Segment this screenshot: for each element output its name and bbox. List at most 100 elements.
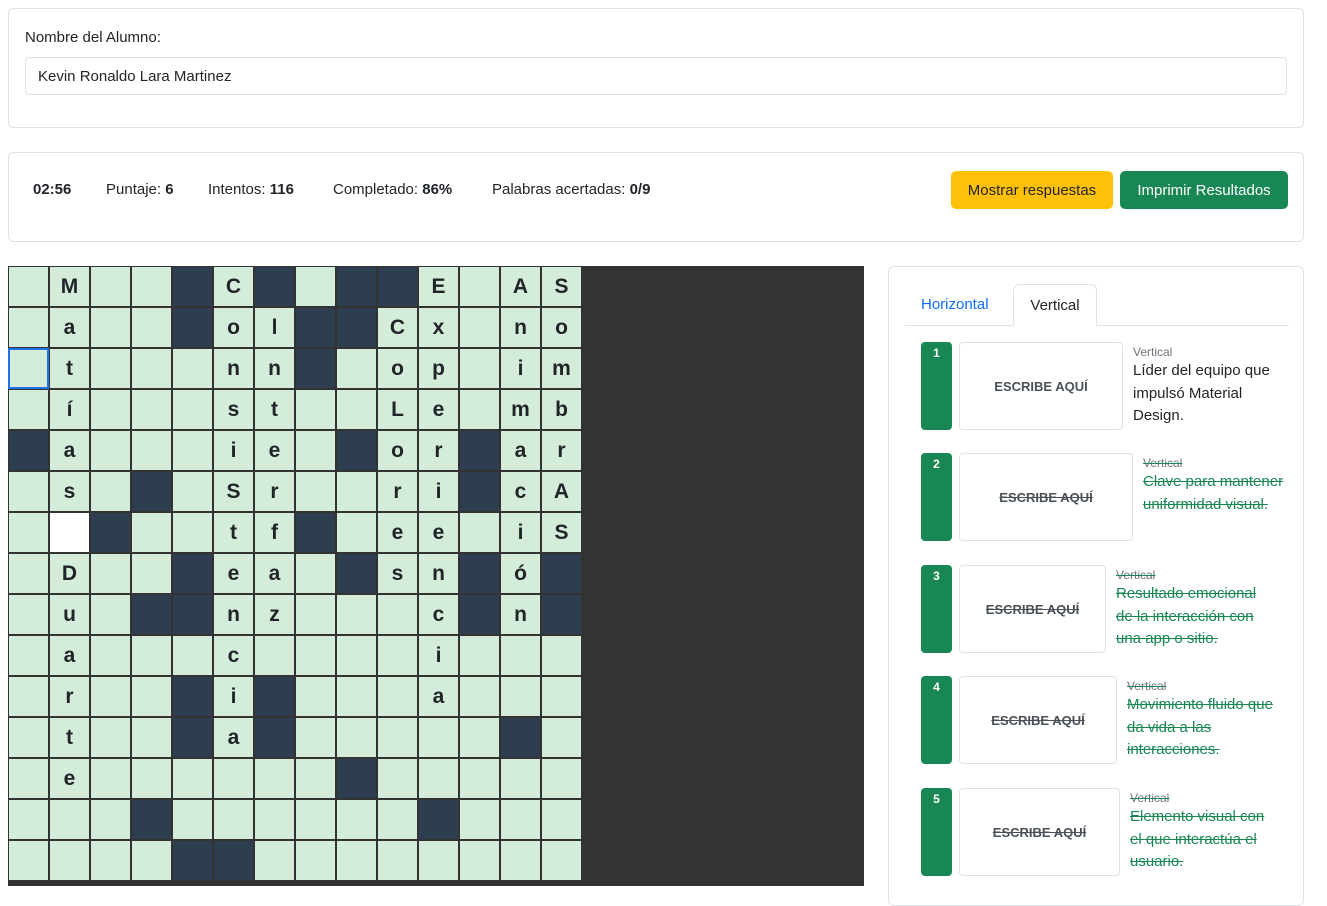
grid-cell[interactable]: [418, 840, 459, 881]
grid-cell[interactable]: [377, 799, 418, 840]
grid-cell[interactable]: [377, 717, 418, 758]
grid-cell[interactable]: [336, 594, 377, 635]
grid-cell[interactable]: [295, 635, 336, 676]
grid-cell[interactable]: [172, 799, 213, 840]
grid-cell[interactable]: [131, 758, 172, 799]
grid-cell[interactable]: S: [541, 512, 582, 553]
grid-cell[interactable]: [459, 389, 500, 430]
grid-cell[interactable]: [459, 307, 500, 348]
grid-cell[interactable]: A: [541, 471, 582, 512]
grid-cell[interactable]: [90, 348, 131, 389]
grid-cell[interactable]: í: [49, 389, 90, 430]
grid-cell[interactable]: a: [213, 717, 254, 758]
grid-cell[interactable]: n: [500, 307, 541, 348]
grid-cell[interactable]: [295, 266, 336, 307]
grid-cell[interactable]: [418, 717, 459, 758]
grid-cell[interactable]: [131, 266, 172, 307]
grid-cell[interactable]: [295, 840, 336, 881]
grid-cell[interactable]: [336, 676, 377, 717]
grid-cell[interactable]: [131, 635, 172, 676]
grid-cell[interactable]: [377, 635, 418, 676]
grid-cell[interactable]: [295, 676, 336, 717]
grid-cell[interactable]: [541, 758, 582, 799]
grid-cell[interactable]: [295, 758, 336, 799]
grid-cell[interactable]: [459, 348, 500, 389]
grid-cell[interactable]: e: [254, 430, 295, 471]
grid-cell[interactable]: [8, 553, 49, 594]
grid-cell[interactable]: t: [213, 512, 254, 553]
clue-answer-input[interactable]: ESCRIBE AQUÍ: [959, 453, 1133, 541]
grid-cell[interactable]: [418, 758, 459, 799]
clue-answer-input[interactable]: ESCRIBE AQUÍ: [959, 342, 1123, 430]
grid-cell[interactable]: [90, 594, 131, 635]
grid-cell[interactable]: o: [377, 430, 418, 471]
grid-cell[interactable]: o: [377, 348, 418, 389]
grid-cell[interactable]: [172, 348, 213, 389]
grid-cell[interactable]: [172, 758, 213, 799]
grid-cell[interactable]: [295, 594, 336, 635]
grid-cell[interactable]: t: [49, 717, 90, 758]
grid-cell[interactable]: M: [49, 266, 90, 307]
grid-cell[interactable]: [336, 799, 377, 840]
grid-cell[interactable]: [8, 594, 49, 635]
grid-cell[interactable]: e: [213, 553, 254, 594]
grid-cell[interactable]: [541, 635, 582, 676]
grid-cell[interactable]: [500, 635, 541, 676]
grid-cell[interactable]: [90, 758, 131, 799]
grid-cell[interactable]: [377, 840, 418, 881]
grid-cell[interactable]: t: [254, 389, 295, 430]
tab-horizontal[interactable]: Horizontal: [905, 284, 1005, 326]
grid-cell[interactable]: a: [49, 430, 90, 471]
grid-cell[interactable]: [8, 512, 49, 553]
grid-cell[interactable]: [377, 594, 418, 635]
grid-cell[interactable]: p: [418, 348, 459, 389]
grid-cell[interactable]: e: [418, 389, 459, 430]
grid-cell[interactable]: L: [377, 389, 418, 430]
grid-cell[interactable]: [131, 676, 172, 717]
grid-cell[interactable]: r: [254, 471, 295, 512]
grid-cell[interactable]: [459, 758, 500, 799]
grid-cell[interactable]: o: [541, 307, 582, 348]
grid-cell[interactable]: [172, 430, 213, 471]
grid-cell[interactable]: [49, 512, 90, 553]
grid-cell[interactable]: c: [500, 471, 541, 512]
grid-cell[interactable]: [541, 799, 582, 840]
grid-cell[interactable]: i: [418, 471, 459, 512]
grid-cell[interactable]: [131, 389, 172, 430]
grid-cell[interactable]: n: [254, 348, 295, 389]
grid-cell[interactable]: [336, 389, 377, 430]
grid-cell[interactable]: [541, 717, 582, 758]
grid-cell[interactable]: [131, 553, 172, 594]
grid-cell[interactable]: [500, 840, 541, 881]
grid-cell[interactable]: [541, 676, 582, 717]
grid-cell[interactable]: i: [418, 635, 459, 676]
grid-cell[interactable]: [541, 840, 582, 881]
grid-cell[interactable]: f: [254, 512, 295, 553]
grid-cell[interactable]: c: [213, 635, 254, 676]
grid-cell[interactable]: [131, 717, 172, 758]
grid-cell[interactable]: C: [213, 266, 254, 307]
grid-cell[interactable]: m: [541, 348, 582, 389]
grid-cell[interactable]: [49, 840, 90, 881]
grid-cell[interactable]: z: [254, 594, 295, 635]
grid-cell[interactable]: [8, 635, 49, 676]
grid-cell[interactable]: [459, 512, 500, 553]
grid-cell[interactable]: o: [213, 307, 254, 348]
grid-cell[interactable]: [90, 471, 131, 512]
grid-cell[interactable]: [295, 717, 336, 758]
grid-cell[interactable]: [295, 799, 336, 840]
grid-cell[interactable]: [254, 758, 295, 799]
grid-cell[interactable]: s: [49, 471, 90, 512]
grid-cell[interactable]: [131, 840, 172, 881]
grid-cell[interactable]: [254, 635, 295, 676]
grid-cell[interactable]: i: [500, 348, 541, 389]
grid-cell[interactable]: t: [49, 348, 90, 389]
grid-cell[interactable]: e: [418, 512, 459, 553]
clue-answer-input[interactable]: ESCRIBE AQUÍ: [959, 788, 1120, 876]
grid-cell[interactable]: [459, 635, 500, 676]
grid-cell[interactable]: [172, 635, 213, 676]
grid-cell[interactable]: b: [541, 389, 582, 430]
grid-cell[interactable]: [500, 758, 541, 799]
grid-cell[interactable]: x: [418, 307, 459, 348]
grid-cell[interactable]: [459, 840, 500, 881]
